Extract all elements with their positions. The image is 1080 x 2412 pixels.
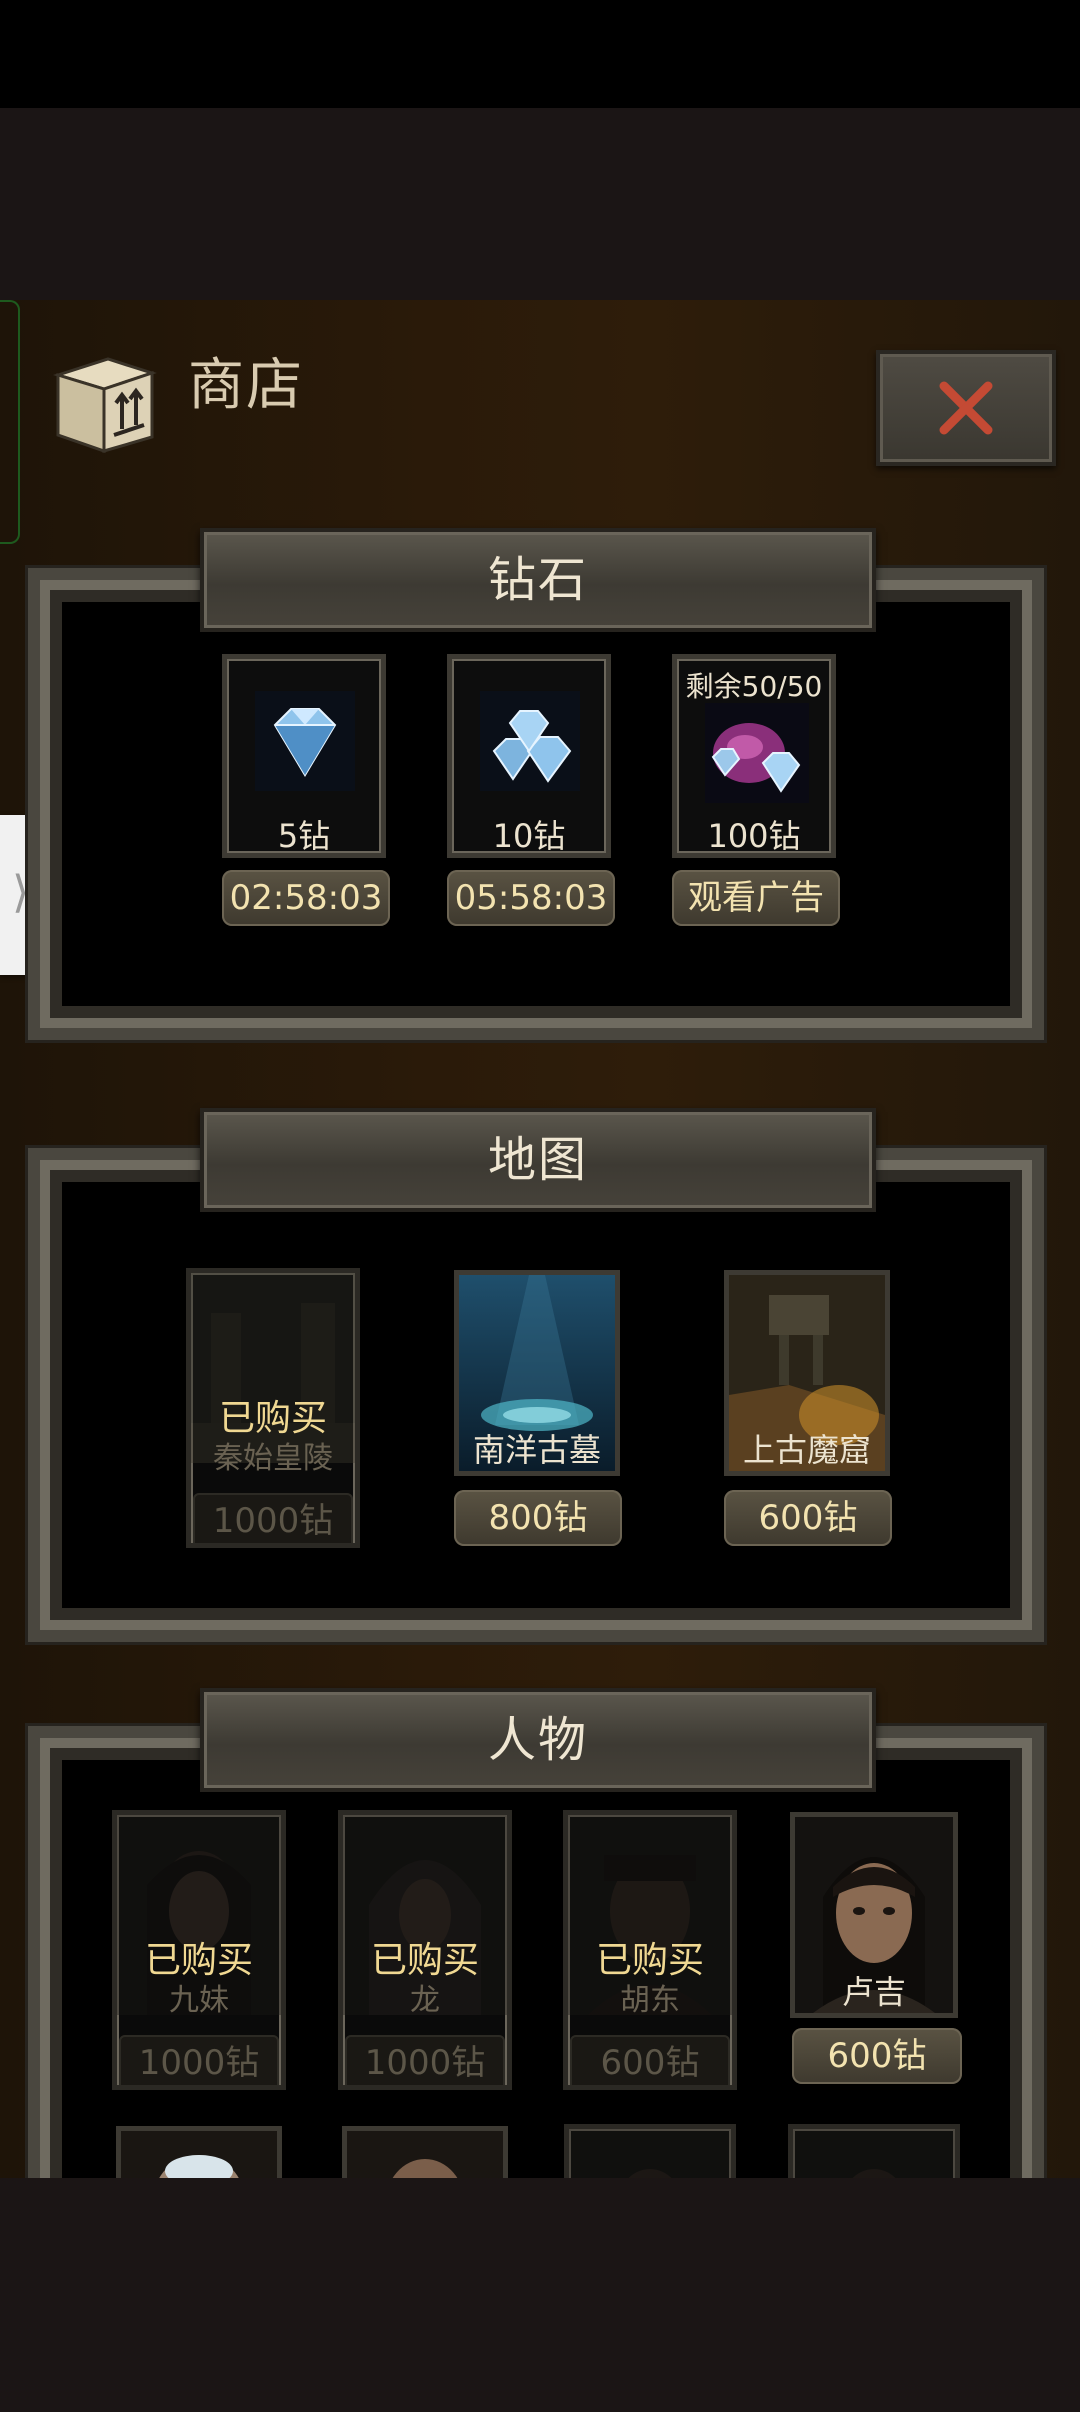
close-button[interactable] xyxy=(876,350,1056,466)
timer-button[interactable]: 05:58:03 xyxy=(447,870,615,926)
character-item-luji[interactable]: 卢吉 xyxy=(790,1812,958,2018)
close-icon xyxy=(939,381,993,435)
watch-ad-button[interactable]: 观看广告 xyxy=(672,870,840,926)
buy-map-button[interactable]: 800钻 xyxy=(454,1490,622,1546)
character-name: 九妹 xyxy=(169,1983,229,2018)
character-price: 600钻 xyxy=(570,2035,730,2085)
diamond-item-100[interactable]: 剩余50/50 100钻 xyxy=(672,654,836,858)
section-title: 人物 xyxy=(487,1712,588,1768)
map-item-shanggu[interactable]: 上古魔窟 xyxy=(724,1270,890,1476)
shop-box-icon xyxy=(52,357,157,454)
map-item-nanyang[interactable]: 南洋古墓 xyxy=(454,1270,620,1476)
character-name: 胡东 xyxy=(620,1983,680,2018)
character-item-jiumei[interactable]: 已购买 九妹 1000钻 xyxy=(112,1810,286,2090)
diamond-item-5[interactable]: 5钻 xyxy=(222,654,386,858)
section-header-character: 人物 xyxy=(200,1688,876,1792)
buy-map-button[interactable]: 600钻 xyxy=(724,1490,892,1546)
map-item-qinshihuang[interactable]: 已购买 秦始皇陵 1000钻 xyxy=(186,1268,360,1548)
map-name: 南洋古墓 xyxy=(472,1431,601,1469)
chevron-right-icon: ⟩ xyxy=(12,867,30,918)
character-price: 1000钻 xyxy=(345,2035,505,2085)
bottom-bar xyxy=(0,2178,1080,2412)
map-name: 秦始皇陵 xyxy=(213,1441,333,1476)
side-edge-indicator xyxy=(0,300,20,544)
top-spacer xyxy=(0,108,1080,300)
section-header-map: 地图 xyxy=(200,1108,876,1212)
character-item-long[interactable]: 已购买 龙 1000钻 xyxy=(338,1810,512,2090)
character-item-hudong[interactable]: 已购买 胡东 600钻 xyxy=(563,1810,737,2090)
item-label: 100钻 xyxy=(707,817,801,855)
buy-character-button[interactable]: 600钻 xyxy=(792,2028,962,2084)
character-name: 龙 xyxy=(410,1983,440,2018)
map-price: 1000钻 xyxy=(193,1493,353,1543)
diamond-pile-icon xyxy=(480,691,580,791)
section-title: 钻石 xyxy=(487,552,588,608)
map-name: 上古魔窟 xyxy=(742,1431,871,1469)
diamond-icon xyxy=(255,691,355,791)
section-title: 地图 xyxy=(487,1132,588,1188)
status-bar xyxy=(0,0,1080,108)
item-label: 10钻 xyxy=(492,817,566,855)
diamond-bag-icon xyxy=(705,703,809,803)
character-name: 卢吉 xyxy=(841,1973,906,2011)
timer-button[interactable]: 02:58:03 xyxy=(222,870,390,926)
character-price: 1000钻 xyxy=(119,2035,279,2085)
diamond-item-10[interactable]: 10钻 xyxy=(447,654,611,858)
section-header-diamond: 钻石 xyxy=(200,528,876,632)
item-label: 5钻 xyxy=(277,817,331,855)
remaining-count: 剩余50/50 xyxy=(685,670,823,703)
page-title: 商店 xyxy=(188,353,304,418)
